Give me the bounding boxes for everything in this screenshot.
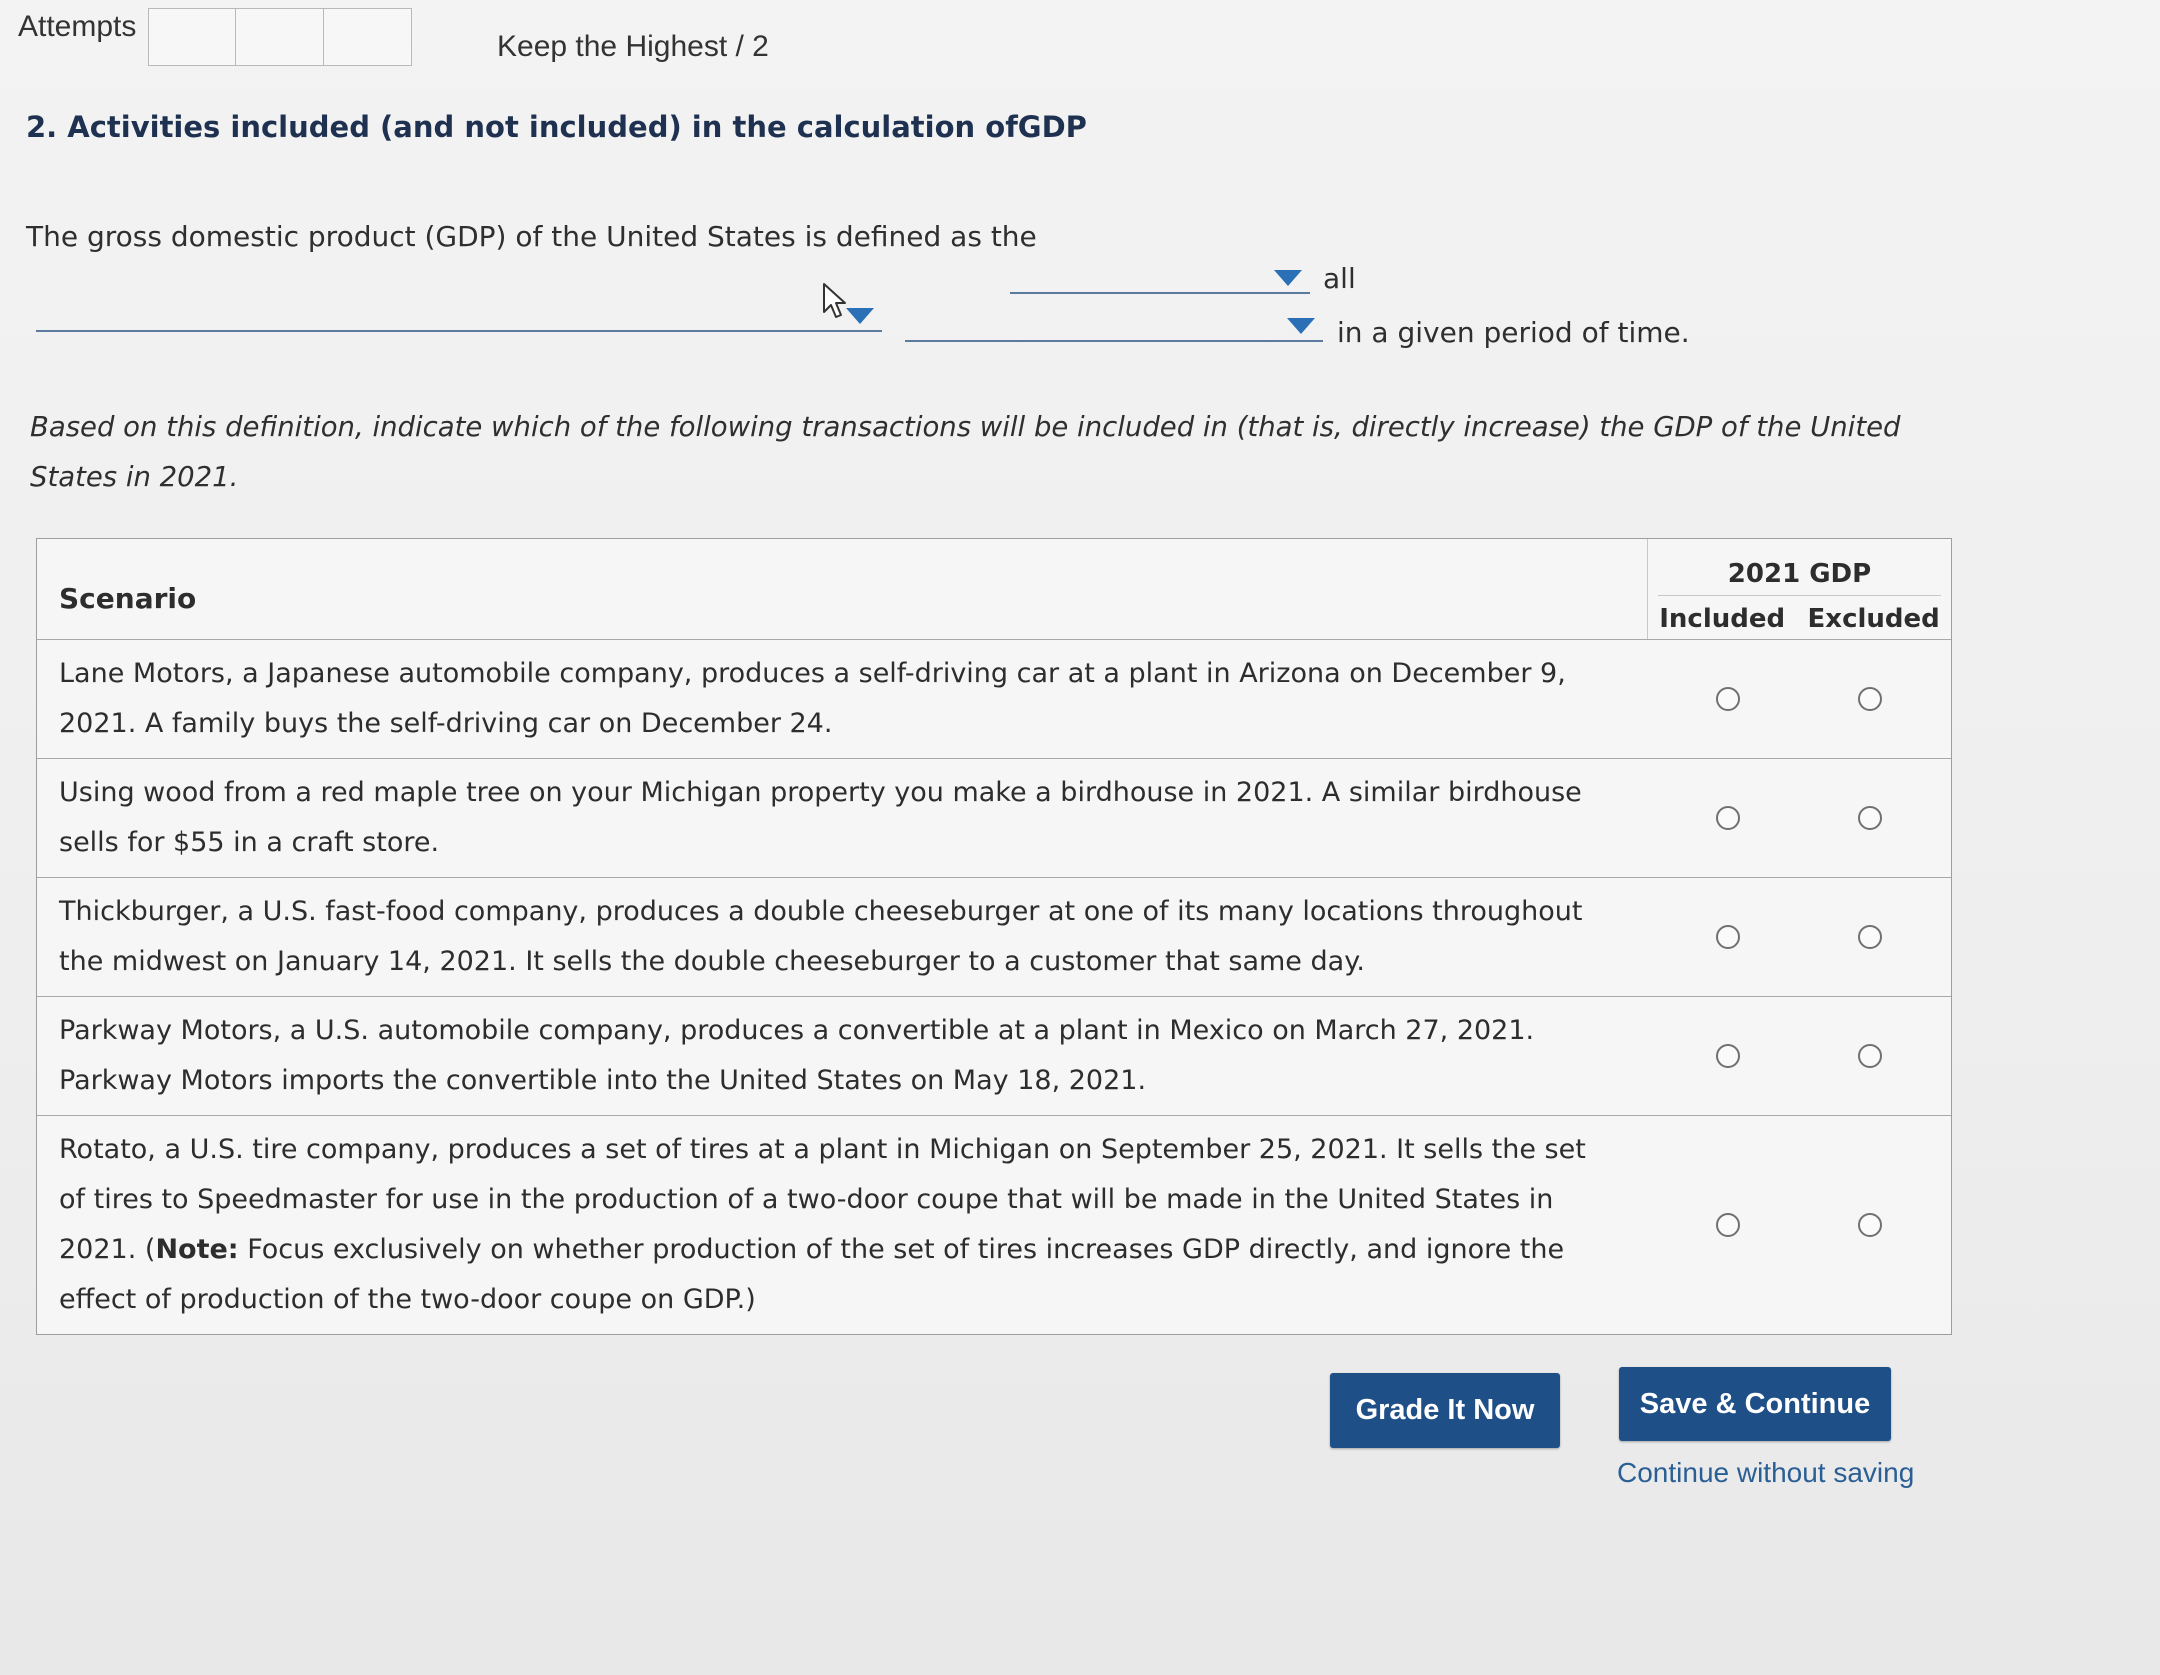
note-open-paren: (	[144, 1234, 156, 1265]
scenario-text: Lane Motors, a Japanese automobile compa…	[59, 658, 1566, 739]
table-row: Thickburger, a U.S. fast-food company, p…	[37, 878, 1951, 997]
chevron-down-icon	[846, 308, 874, 324]
scenario-text: Using wood from a red maple tree on your…	[59, 777, 1582, 858]
attempt-boxes	[148, 8, 413, 66]
table-row: Rotato, a U.S. tire company, produces a …	[37, 1116, 1951, 1334]
chevron-down-icon	[1274, 270, 1302, 286]
radio-excluded[interactable]	[1858, 925, 1882, 949]
radio-included[interactable]	[1716, 806, 1740, 830]
table-row: Using wood from a red maple tree on your…	[37, 759, 1951, 878]
attempt-box	[148, 8, 237, 66]
scenario-text: Thickburger, a U.S. fast-food company, p…	[59, 896, 1583, 977]
definition-word-all: all	[1323, 262, 1356, 295]
scenario-text-with-note: Rotato, a U.S. tire company, produces a …	[37, 1116, 1647, 1334]
gdp-definition-dropdown-3[interactable]	[905, 310, 1323, 342]
radio-group	[1647, 640, 1951, 758]
instruction-text: Based on this definition, indicate which…	[30, 411, 1901, 493]
table-row: Lane Motors, a Japanese automobile compa…	[37, 640, 1951, 759]
radio-group	[1647, 997, 1951, 1115]
note-text: Focus exclusively on whether production …	[59, 1234, 1565, 1315]
scenario-table: Scenario 2021 GDP Included Excluded Lane…	[36, 538, 1952, 1335]
table-header: Scenario 2021 GDP Included Excluded	[37, 539, 1951, 640]
table-row: Parkway Motors, a U.S. automobile compan…	[37, 997, 1951, 1116]
attempt-box	[324, 8, 413, 66]
radio-excluded[interactable]	[1858, 806, 1882, 830]
radio-included[interactable]	[1716, 1044, 1740, 1068]
definition-lead-text: The gross domestic product (GDP) of the …	[26, 220, 1037, 253]
radio-excluded[interactable]	[1858, 1044, 1882, 1068]
scenario-text: Parkway Motors, a U.S. automobile compan…	[59, 1015, 1535, 1096]
radio-excluded[interactable]	[1858, 1213, 1882, 1237]
radio-group	[1647, 759, 1951, 877]
column-header-excluded: Excluded	[1807, 604, 1940, 634]
radio-excluded[interactable]	[1858, 687, 1882, 711]
radio-group	[1647, 878, 1951, 996]
radio-included[interactable]	[1716, 687, 1740, 711]
radio-included[interactable]	[1716, 1213, 1740, 1237]
scenario-paragraph: Rotato, a U.S. tire company, produces a …	[59, 1125, 1597, 1325]
radio-group	[1647, 1116, 1951, 1334]
column-subheaders: Included Excluded	[1648, 596, 1951, 634]
question-title: 2. Activities included (and not included…	[26, 110, 1087, 144]
continue-without-saving-link[interactable]: Continue without saving	[1617, 1457, 1914, 1489]
column-header-included: Included	[1659, 604, 1786, 634]
gdp-definition-dropdown-1[interactable]	[1010, 262, 1310, 294]
gdp-definition-dropdown-2[interactable]	[36, 300, 882, 332]
column-header-scenario: Scenario	[59, 581, 197, 615]
chevron-down-icon	[1287, 318, 1315, 334]
attempt-box	[236, 8, 325, 66]
keep-highest-label: Keep the Highest / 2	[497, 30, 769, 63]
definition-tail-text: in a given period of time.	[1337, 316, 1690, 349]
grade-it-now-button[interactable]: Grade It Now	[1330, 1373, 1560, 1448]
save-and-continue-button[interactable]: Save & Continue	[1619, 1367, 1891, 1441]
note-label: Note:	[155, 1234, 239, 1265]
mouse-cursor-icon	[823, 283, 846, 318]
radio-included[interactable]	[1716, 925, 1740, 949]
attempts-header: Attempts	[18, 8, 413, 66]
column-group-2021-gdp: 2021 GDP Included Excluded	[1647, 539, 1951, 639]
attempts-label: Attempts	[18, 10, 137, 43]
column-group-title: 2021 GDP	[1658, 539, 1941, 596]
